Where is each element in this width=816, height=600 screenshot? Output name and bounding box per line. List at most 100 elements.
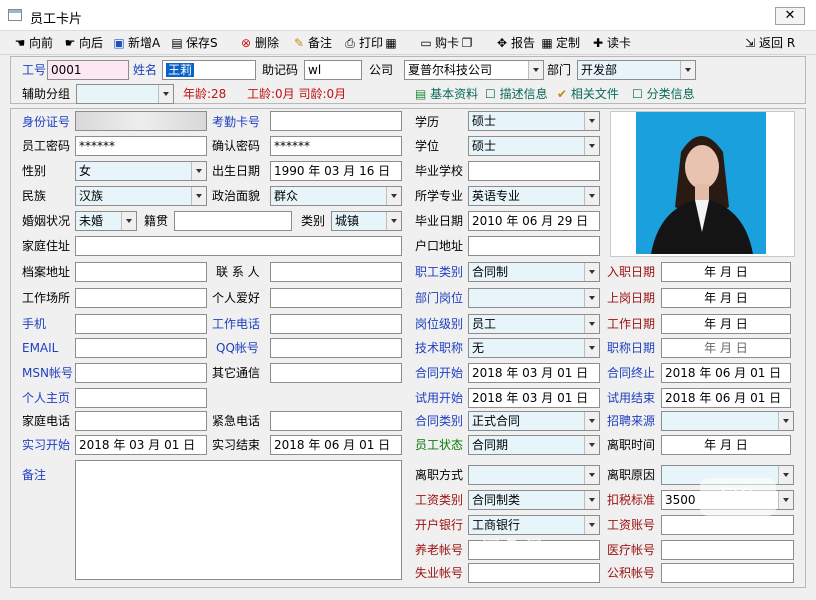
- native-field[interactable]: [174, 211, 292, 231]
- unemploy-field[interactable]: [468, 563, 600, 583]
- title-select[interactable]: 无: [468, 338, 600, 358]
- dept-select[interactable]: 开发部: [577, 60, 696, 80]
- company-select[interactable]: 夏普尔科技公司: [404, 60, 544, 80]
- marriage-select[interactable]: 未婚: [75, 211, 137, 231]
- contract-end-field[interactable]: 2018 年 06 月 01 日: [661, 363, 791, 383]
- trial-end-field[interactable]: 2018 年 06 月 01 日: [661, 388, 791, 408]
- buy-card-button[interactable]: ▭ 购卡 ❐: [418, 35, 476, 52]
- edu-select[interactable]: 硕士: [468, 111, 600, 131]
- back-button[interactable]: ⇲ 返回 R: [742, 35, 795, 52]
- chevron-down-icon[interactable]: [584, 112, 599, 130]
- birth-field[interactable]: 1990 年 03 月 16 日: [270, 161, 402, 181]
- confirm-pwd-field[interactable]: ******: [270, 136, 402, 156]
- close-button[interactable]: ✕: [775, 7, 805, 25]
- tab-basic[interactable]: ▤ 基本资料: [415, 84, 478, 104]
- chevron-down-icon[interactable]: [158, 85, 173, 103]
- qq-field[interactable]: [270, 338, 402, 358]
- chevron-down-icon[interactable]: [584, 516, 599, 534]
- intern-end-field[interactable]: 2018 年 06 月 01 日: [270, 435, 402, 455]
- chevron-down-icon[interactable]: [191, 187, 206, 205]
- tab-class[interactable]: ☐ 分类信息: [632, 84, 695, 104]
- nation-select[interactable]: 汉族: [75, 186, 207, 206]
- emp-pwd-field[interactable]: ******: [75, 136, 207, 156]
- chevron-down-icon[interactable]: [584, 466, 599, 484]
- mobile-field[interactable]: [75, 314, 207, 334]
- major-select[interactable]: 英语专业: [468, 186, 600, 206]
- leave-way-select[interactable]: [468, 465, 600, 485]
- email-field[interactable]: [75, 338, 207, 358]
- dept-post-select[interactable]: [468, 288, 600, 308]
- emp-status-select[interactable]: 合同期: [468, 435, 600, 455]
- other-comm-field[interactable]: [270, 363, 402, 383]
- chevron-down-icon[interactable]: [386, 212, 401, 230]
- chevron-down-icon[interactable]: [584, 491, 599, 509]
- print-button[interactable]: ⎙ 打印 ▦: [342, 35, 400, 52]
- chevron-down-icon[interactable]: [584, 436, 599, 454]
- hukou-field[interactable]: [468, 236, 600, 256]
- contract-start-field[interactable]: 2018 年 03 月 01 日: [468, 363, 600, 383]
- politics-select[interactable]: 群众: [270, 186, 402, 206]
- fund-field[interactable]: [661, 563, 794, 583]
- post-date-field[interactable]: 年 月 日: [661, 288, 791, 308]
- archive-addr-field[interactable]: [75, 262, 207, 282]
- next-button[interactable]: ☛ 向后: [62, 35, 103, 52]
- mnemonic-field[interactable]: wl: [304, 60, 362, 80]
- entry-date-field[interactable]: 年 月 日: [661, 262, 791, 282]
- msn-field[interactable]: [75, 363, 207, 383]
- chevron-down-icon[interactable]: [121, 212, 136, 230]
- chevron-down-icon[interactable]: [680, 61, 695, 79]
- id-card-field[interactable]: [75, 111, 207, 131]
- work-phone-field[interactable]: [270, 314, 402, 334]
- contract-type-select[interactable]: 正式合同: [468, 411, 600, 431]
- hobby-field[interactable]: [270, 288, 402, 308]
- home-addr-field[interactable]: [75, 236, 402, 256]
- chevron-down-icon[interactable]: [778, 412, 793, 430]
- chevron-down-icon[interactable]: [584, 315, 599, 333]
- emergency-field[interactable]: [270, 411, 402, 431]
- chevron-down-icon[interactable]: [386, 187, 401, 205]
- attend-card-field[interactable]: [270, 111, 402, 131]
- chevron-down-icon[interactable]: [584, 339, 599, 357]
- chevron-down-icon[interactable]: [528, 61, 543, 79]
- emp-type-select[interactable]: 合同制: [468, 262, 600, 282]
- category-select[interactable]: 城镇: [331, 211, 402, 231]
- chevron-down-icon[interactable]: [584, 412, 599, 430]
- prev-button[interactable]: ☚ 向前: [12, 35, 53, 52]
- tab-files[interactable]: ✔ 相关文件: [557, 84, 619, 104]
- add-button[interactable]: ▣ 新增A: [111, 35, 160, 52]
- tab-desc[interactable]: ☐ 描述信息: [485, 84, 548, 104]
- delete-button[interactable]: ⊗ 删除: [238, 35, 279, 52]
- leave-time-field[interactable]: 年 月 日: [661, 435, 791, 455]
- save-button[interactable]: ▤ 保存S: [169, 35, 217, 52]
- degree-select[interactable]: 硕士: [468, 136, 600, 156]
- home-phone-field[interactable]: [75, 411, 207, 431]
- post-level-select[interactable]: 员工: [468, 314, 600, 334]
- remark-textarea[interactable]: [75, 460, 402, 580]
- note-button[interactable]: ✎ 备注: [291, 35, 332, 52]
- title-date-field[interactable]: 年 月 日: [661, 338, 791, 358]
- chevron-down-icon[interactable]: [778, 466, 793, 484]
- report-button[interactable]: ✥ 报告: [494, 35, 535, 52]
- grad-date-field[interactable]: 2010 年 06 月 29 日: [468, 211, 600, 231]
- workplace-field[interactable]: [75, 288, 207, 308]
- aux-group-select[interactable]: [76, 84, 174, 104]
- chevron-down-icon[interactable]: [584, 289, 599, 307]
- name-field[interactable]: 王莉: [162, 60, 256, 80]
- trial-start-field[interactable]: 2018 年 03 月 01 日: [468, 388, 600, 408]
- emp-no-field[interactable]: 0001: [47, 60, 129, 80]
- chevron-down-icon[interactable]: [584, 263, 599, 281]
- chevron-down-icon[interactable]: [584, 137, 599, 155]
- salary-type-select[interactable]: 合同制类: [468, 490, 600, 510]
- recruit-select[interactable]: [661, 411, 794, 431]
- medical-field[interactable]: [661, 540, 794, 560]
- employee-photo[interactable]: [610, 111, 795, 257]
- read-card-button[interactable]: ✚ 读卡: [590, 35, 631, 52]
- work-date-field[interactable]: 年 月 日: [661, 314, 791, 334]
- salary-acc-field[interactable]: [661, 515, 794, 535]
- gender-select[interactable]: 女: [75, 161, 207, 181]
- homepage-field[interactable]: [75, 388, 207, 408]
- chevron-down-icon[interactable]: [191, 162, 206, 180]
- chevron-down-icon[interactable]: [584, 187, 599, 205]
- contact-field[interactable]: [270, 262, 402, 282]
- intern-start-field[interactable]: 2018 年 03 月 01 日: [75, 435, 207, 455]
